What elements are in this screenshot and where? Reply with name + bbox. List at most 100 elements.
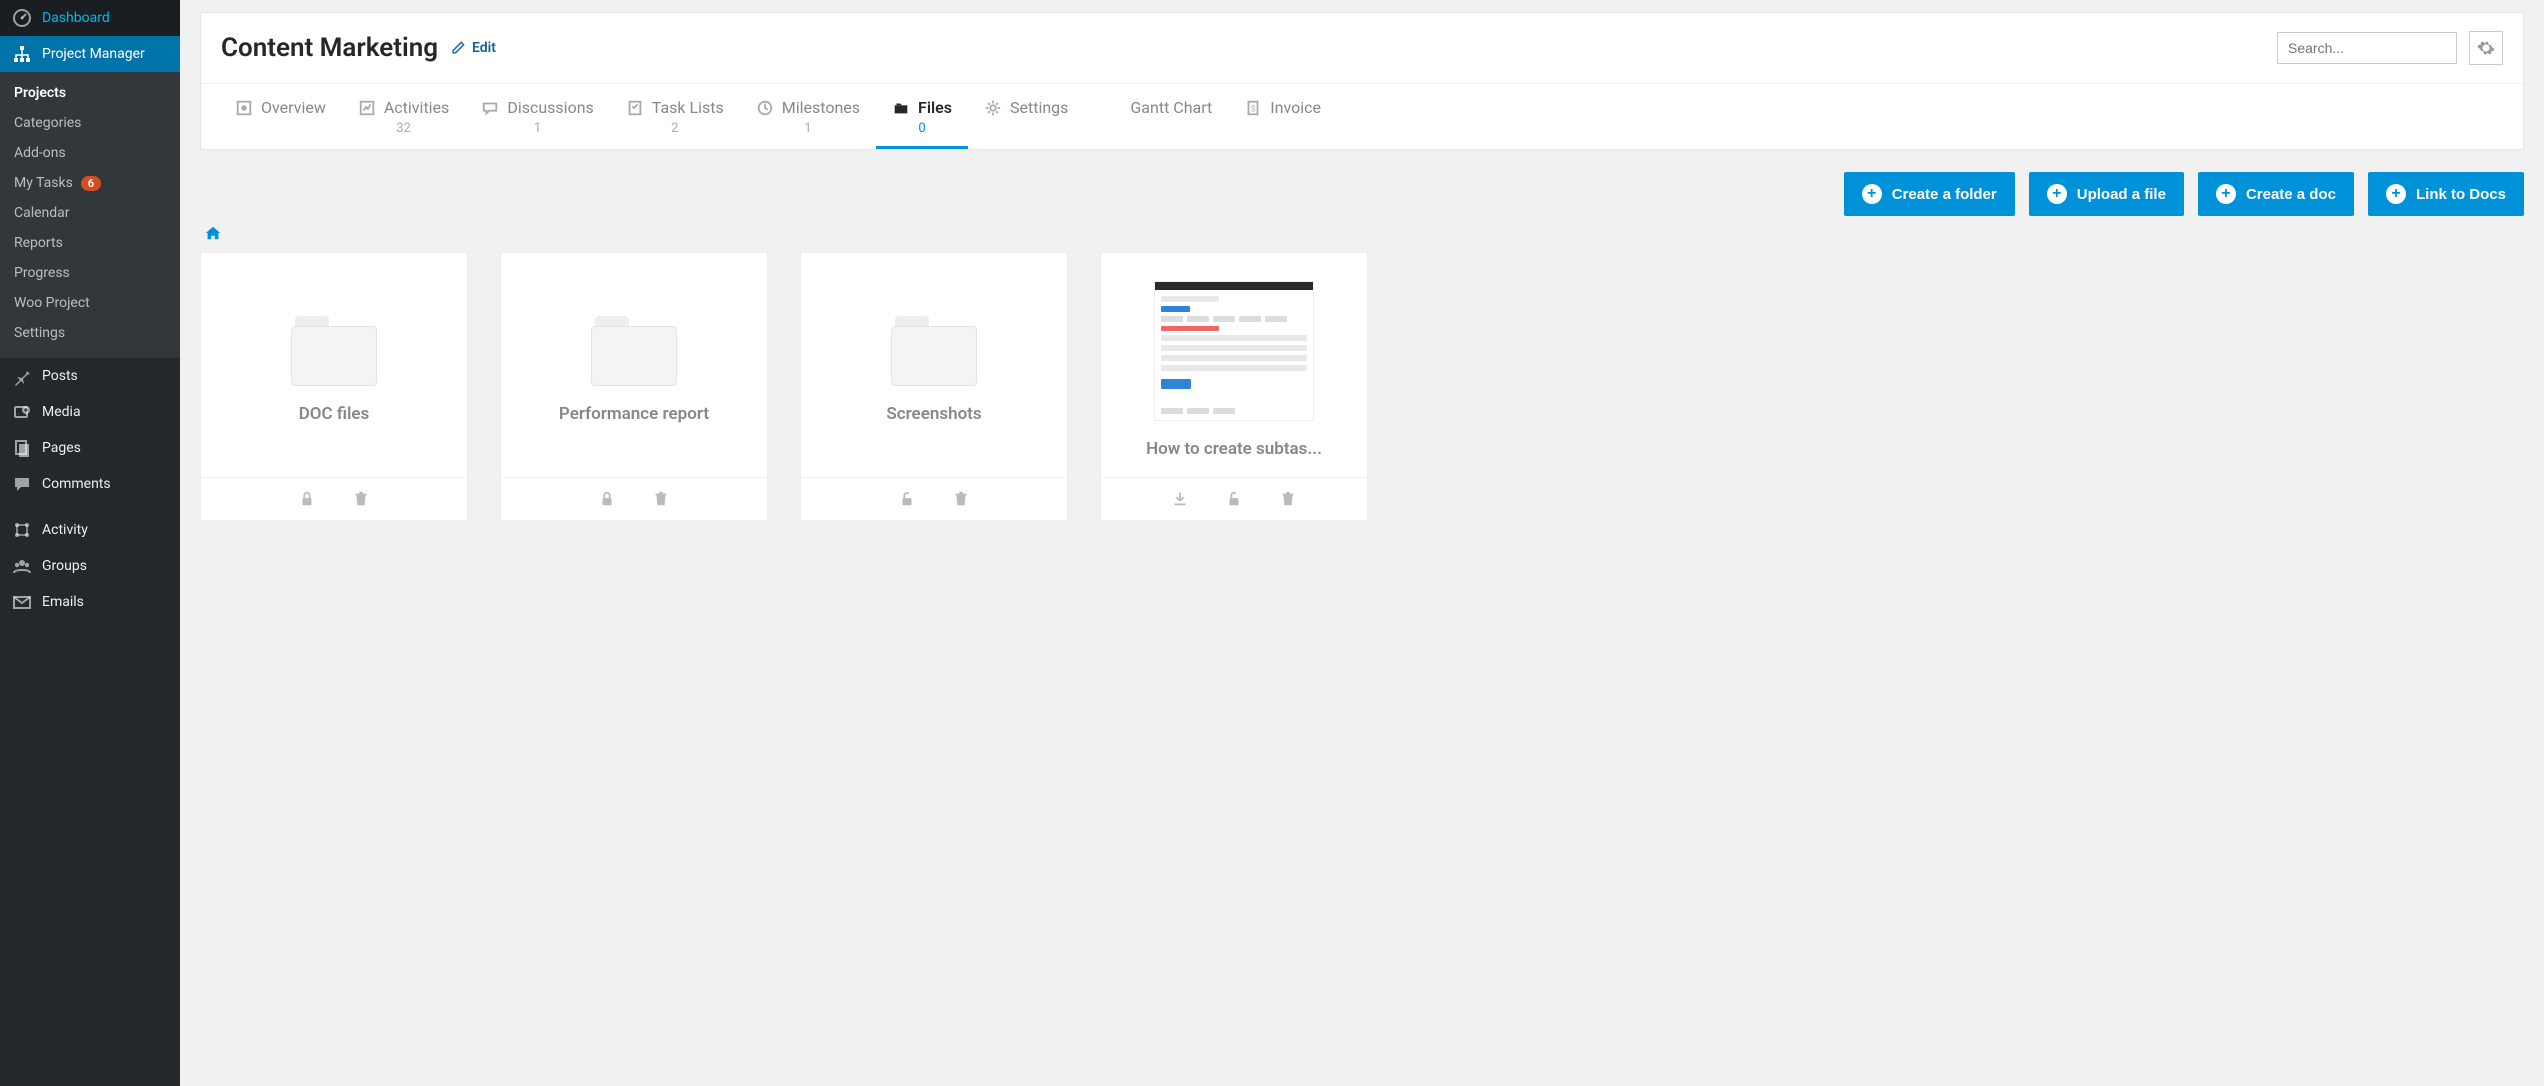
unlock-icon bbox=[1225, 490, 1243, 508]
activity-icon bbox=[12, 520, 32, 540]
tab-label: Discussions bbox=[507, 98, 593, 117]
delete-button[interactable] bbox=[352, 490, 370, 508]
sidebar-item-categories[interactable]: Categories bbox=[0, 108, 180, 138]
download-icon bbox=[1171, 490, 1189, 508]
sidebar-item-label: Activity bbox=[42, 522, 88, 538]
tab-invoice[interactable]: $Invoice bbox=[1228, 84, 1337, 149]
upload-file-button[interactable]: +Upload a file bbox=[2029, 172, 2184, 216]
lock-button[interactable] bbox=[1225, 490, 1243, 508]
home-icon bbox=[204, 224, 222, 242]
sidebar-item-label: Woo Project bbox=[14, 295, 90, 311]
project-tabs: Overview Activities 32 Discussions 1 Tas… bbox=[201, 83, 2523, 149]
sidebar-item-label: Dashboard bbox=[42, 10, 110, 26]
edit-project-link[interactable]: Edit bbox=[450, 40, 496, 56]
tab-overview[interactable]: Overview bbox=[219, 84, 342, 149]
file-card: How to create subtas... bbox=[1100, 252, 1368, 521]
sidebar-item-progress[interactable]: Progress bbox=[0, 258, 180, 288]
sidebar-item-projects[interactable]: Projects bbox=[0, 78, 180, 108]
sidebar-item-pm-settings[interactable]: Settings bbox=[0, 318, 180, 348]
tab-gantt[interactable]: Gantt Chart bbox=[1114, 84, 1228, 149]
sidebar-item-calendar[interactable]: Calendar bbox=[0, 198, 180, 228]
files-grid: DOC files Performance report Screenshots bbox=[200, 252, 2524, 521]
sidebar-item-posts[interactable]: Posts bbox=[0, 358, 180, 394]
tab-settings[interactable]: Settings bbox=[968, 84, 1084, 149]
link-docs-button[interactable]: +Link to Docs bbox=[2368, 172, 2524, 216]
file-actions: + Create a folder +Upload a file +Create … bbox=[200, 172, 2524, 216]
tab-files[interactable]: Files 0 bbox=[876, 84, 968, 149]
sidebar-item-label: Reports bbox=[14, 235, 63, 251]
card-footer bbox=[801, 477, 1067, 520]
screenshot-thumbnail bbox=[1154, 281, 1314, 421]
tab-count: 2 bbox=[671, 121, 678, 136]
breadcrumb-home[interactable] bbox=[204, 224, 222, 242]
create-folder-button[interactable]: + Create a folder bbox=[1844, 172, 2015, 216]
sidebar-item-media[interactable]: Media bbox=[0, 394, 180, 430]
sidebar-item-project-manager[interactable]: Project Manager bbox=[0, 36, 180, 72]
sidebar-item-label: Progress bbox=[14, 265, 70, 281]
folder-icon bbox=[591, 316, 677, 386]
lock-icon bbox=[298, 490, 316, 508]
tab-label: Files bbox=[918, 98, 952, 117]
sidebar-submenu: Projects Categories Add-ons My Tasks6 Ca… bbox=[0, 72, 180, 358]
edit-label: Edit bbox=[472, 40, 496, 56]
sidebar-item-label: Pages bbox=[42, 440, 81, 456]
tab-milestones[interactable]: Milestones 1 bbox=[740, 84, 876, 149]
sitemap-icon bbox=[12, 44, 32, 64]
sidebar-item-my-tasks[interactable]: My Tasks6 bbox=[0, 168, 180, 198]
sidebar-item-dashboard[interactable]: Dashboard bbox=[0, 0, 180, 36]
card-title: Screenshots bbox=[886, 404, 981, 424]
lock-button[interactable] bbox=[898, 490, 916, 508]
folder-open[interactable]: DOC files bbox=[201, 253, 467, 477]
sidebar-item-reports[interactable]: Reports bbox=[0, 228, 180, 258]
card-footer bbox=[201, 477, 467, 520]
download-button[interactable] bbox=[1171, 490, 1189, 508]
project-panel: Content Marketing Edit Overview Activiti… bbox=[200, 12, 2524, 150]
sidebar-item-pages[interactable]: Pages bbox=[0, 430, 180, 466]
tab-activities[interactable]: Activities 32 bbox=[342, 84, 465, 149]
pin-icon bbox=[12, 366, 32, 386]
settings-button[interactable] bbox=[2469, 31, 2503, 65]
tab-count: 32 bbox=[396, 121, 411, 136]
tab-count: 1 bbox=[534, 121, 541, 136]
sidebar-item-woo-project[interactable]: Woo Project bbox=[0, 288, 180, 318]
card-footer bbox=[1101, 477, 1367, 520]
folder-open[interactable]: Screenshots bbox=[801, 253, 1067, 477]
settings-icon bbox=[984, 99, 1002, 117]
trash-icon bbox=[1279, 490, 1297, 508]
search-input[interactable] bbox=[2277, 32, 2457, 64]
trash-icon bbox=[352, 490, 370, 508]
folder-open[interactable]: Performance report bbox=[501, 253, 767, 477]
sidebar-item-label: Media bbox=[42, 404, 81, 420]
sidebar-item-addons[interactable]: Add-ons bbox=[0, 138, 180, 168]
my-tasks-badge: 6 bbox=[81, 176, 101, 191]
delete-button[interactable] bbox=[952, 490, 970, 508]
delete-button[interactable] bbox=[1279, 490, 1297, 508]
sidebar-item-label: Calendar bbox=[14, 205, 70, 221]
sidebar-item-label: Emails bbox=[42, 594, 84, 610]
sidebar-item-activity[interactable]: Activity bbox=[0, 512, 180, 548]
main-content: Content Marketing Edit Overview Activiti… bbox=[180, 12, 2544, 541]
sidebar-item-comments[interactable]: Comments bbox=[0, 466, 180, 502]
comment-icon bbox=[12, 474, 32, 494]
tab-label: Activities bbox=[384, 98, 449, 117]
groups-icon bbox=[12, 556, 32, 576]
plus-icon: + bbox=[1862, 184, 1882, 204]
tab-task-lists[interactable]: Task Lists 2 bbox=[610, 84, 740, 149]
lock-button[interactable] bbox=[298, 490, 316, 508]
create-doc-button[interactable]: +Create a doc bbox=[2198, 172, 2354, 216]
sidebar-item-emails[interactable]: Emails bbox=[0, 584, 180, 620]
panel-header: Content Marketing Edit bbox=[201, 13, 2523, 83]
lock-button[interactable] bbox=[598, 490, 616, 508]
trash-icon bbox=[652, 490, 670, 508]
button-label: Create a folder bbox=[1892, 186, 1997, 203]
sidebar-item-label: Categories bbox=[14, 115, 81, 131]
file-open[interactable]: How to create subtas... bbox=[1101, 253, 1367, 477]
sidebar-item-groups[interactable]: Groups bbox=[0, 548, 180, 584]
card-title: Performance report bbox=[559, 404, 709, 424]
overview-icon bbox=[235, 99, 253, 117]
files-icon bbox=[892, 99, 910, 117]
tab-discussions[interactable]: Discussions 1 bbox=[465, 84, 609, 149]
tab-label: Settings bbox=[1010, 98, 1068, 117]
folder-card: Screenshots bbox=[800, 252, 1068, 521]
delete-button[interactable] bbox=[652, 490, 670, 508]
